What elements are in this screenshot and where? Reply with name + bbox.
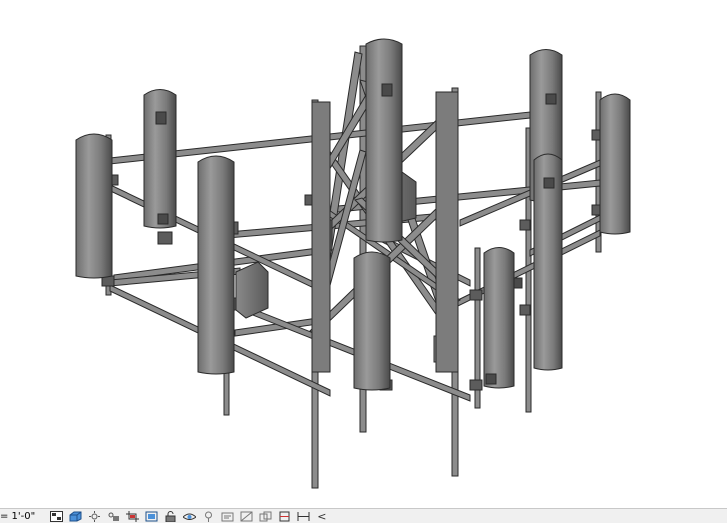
collapse-arrow-icon[interactable]: < (317, 510, 326, 523)
reveal-hidden-elements-icon[interactable] (201, 510, 215, 522)
3d-model-viewport[interactable] (0, 0, 727, 508)
view-control-bar: = 1'-0" < (0, 508, 727, 523)
equipment-boxes (235, 171, 449, 363)
show-crop-region-icon[interactable] (144, 510, 158, 522)
show-analytical-model-icon[interactable] (239, 510, 253, 522)
visual-style-icon[interactable] (68, 510, 82, 522)
reveal-constraints-icon[interactable] (277, 510, 291, 522)
shadows-icon[interactable] (106, 510, 120, 522)
unlock-3d-view-icon[interactable] (163, 510, 177, 522)
crop-view-icon[interactable] (125, 510, 139, 522)
sun-path-icon[interactable] (87, 510, 101, 522)
temporary-view-properties-icon[interactable] (220, 510, 234, 522)
highlight-displacement-icon[interactable] (258, 510, 272, 522)
tower-structure (75, 38, 631, 489)
detail-level-icon[interactable] (49, 510, 63, 522)
crop-2d-icon[interactable] (296, 510, 310, 522)
view-scale-label[interactable]: = 1'-0" (0, 511, 35, 522)
temporary-hide-isolate-icon[interactable] (182, 510, 196, 522)
